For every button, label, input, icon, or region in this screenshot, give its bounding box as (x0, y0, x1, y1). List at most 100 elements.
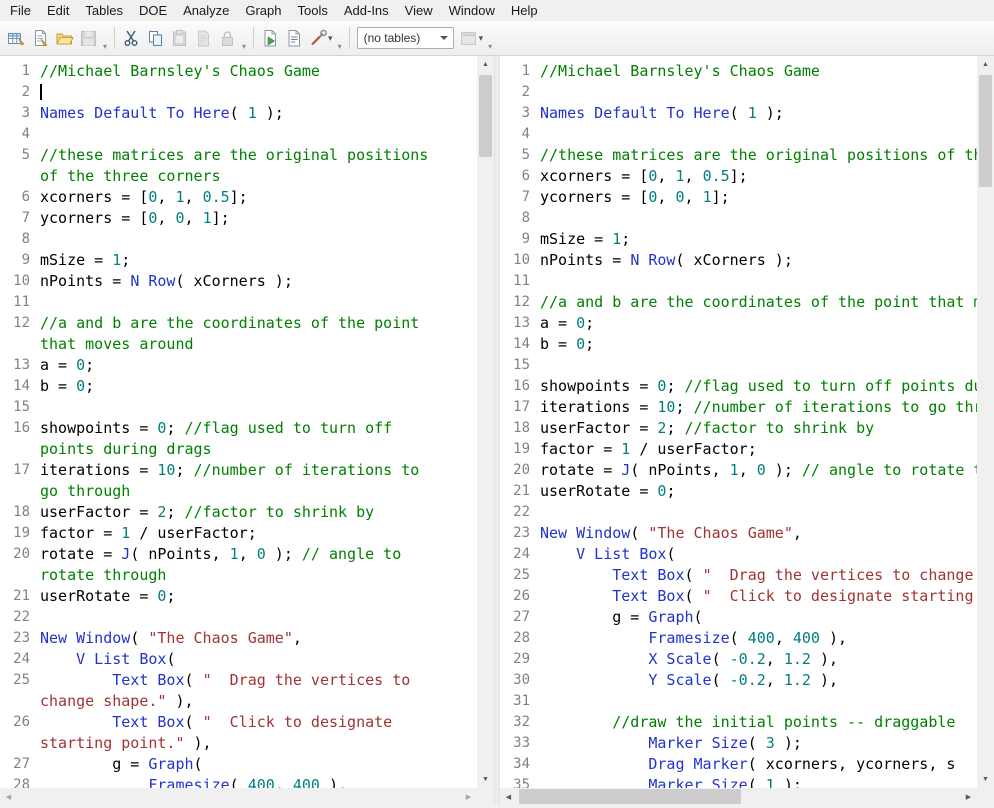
code-line-text[interactable]: ycorners = [0, 0, 1]; (40, 208, 443, 229)
code-line-text[interactable]: b = 0; (540, 334, 594, 355)
code-line-text[interactable]: userFactor = 2; //factor to shrink by (540, 418, 874, 439)
menu-item-tools[interactable]: Tools (290, 1, 336, 20)
code-line-text[interactable]: New Window( "The Chaos Game", (40, 628, 443, 649)
code-view-left[interactable]: 1//Michael Barnsley's Chaos Game23Names … (0, 56, 477, 788)
code-line[interactable]: 5//these matrices are the original posit… (500, 145, 977, 166)
code-line[interactable]: 5//these matrices are the original posit… (0, 145, 477, 187)
code-line-text[interactable]: Marker Size( 3 ); (540, 733, 802, 754)
horizontal-scrollbar-left[interactable]: ◀ ▶ (0, 788, 477, 805)
code-line-text[interactable]: Text Box( " Click to designate starting … (540, 586, 977, 607)
code-line-text[interactable]: Text Box( " Click to designate starting … (40, 712, 443, 754)
code-line[interactable]: 35 Marker Size( 1 ); (500, 775, 977, 788)
code-line-text[interactable]: iterations = 10; //number of iterations … (540, 397, 977, 418)
code-line-text[interactable]: a = 0; (540, 313, 594, 334)
menu-item-help[interactable]: Help (503, 1, 546, 20)
code-line-text[interactable]: Text Box( " Drag the vertices to change … (40, 670, 443, 712)
code-line-text[interactable]: nPoints = N Row( xCorners ); (540, 250, 793, 271)
code-line[interactable]: 16showpoints = 0; //flag used to turn of… (500, 376, 977, 397)
tools-button[interactable] (306, 26, 330, 50)
code-line-text[interactable]: Y Scale( -0.2, 1.2 ), (540, 670, 838, 691)
scroll-up-arrow-icon[interactable]: ▲ (977, 56, 994, 73)
code-line[interactable]: 8 (500, 208, 977, 229)
combobox-dropdown-button[interactable] (436, 28, 453, 48)
code-line-text[interactable]: //draw the initial points -- draggable (540, 712, 955, 733)
code-line[interactable]: 1//Michael Barnsley's Chaos Game (500, 61, 977, 82)
horizontal-scrollbar-right[interactable]: ◀ ▶ (500, 788, 977, 805)
code-line-text[interactable]: g = Graph( (40, 754, 443, 775)
menu-item-edit[interactable]: Edit (39, 1, 77, 20)
menu-item-view[interactable]: View (397, 1, 441, 20)
code-line[interactable]: 6xcorners = [0, 1, 0.5]; (0, 187, 477, 208)
code-line-text[interactable]: Marker Size( 1 ); (540, 775, 802, 788)
menu-item-file[interactable]: File (2, 1, 39, 20)
copy-button[interactable] (143, 26, 167, 50)
code-line-text[interactable]: Framesize( 400, 400 ), (40, 775, 443, 788)
code-line[interactable]: 15 (0, 397, 477, 418)
code-line[interactable]: 2 (500, 82, 977, 103)
scrollbar-track[interactable] (17, 788, 460, 805)
new-script-button[interactable] (28, 26, 52, 50)
code-line-text[interactable]: xcorners = [0, 1, 0.5]; (540, 166, 748, 187)
code-line-text[interactable]: Names Default To Here( 1 ); (540, 103, 784, 124)
code-line[interactable]: 19factor = 1 / userFactor; (0, 523, 477, 544)
code-line[interactable]: 13a = 0; (500, 313, 977, 334)
code-line[interactable]: 4 (500, 124, 977, 145)
code-line-text[interactable]: g = Graph( (540, 607, 703, 628)
code-line[interactable]: 26 Text Box( " Click to designate starti… (500, 586, 977, 607)
code-line-text[interactable]: X Scale( -0.2, 1.2 ), (540, 649, 838, 670)
code-line[interactable]: 11 (0, 292, 477, 313)
vertical-scrollbar-right[interactable]: ▲ ▼ (977, 56, 994, 788)
cut-button[interactable] (119, 26, 143, 50)
code-line[interactable]: 22 (0, 607, 477, 628)
code-line[interactable]: 14b = 0; (500, 334, 977, 355)
scrollbar-thumb[interactable] (519, 789, 741, 804)
code-line[interactable]: 8 (0, 229, 477, 250)
code-line-text[interactable]: V List Box( (40, 649, 443, 670)
code-line[interactable]: 32 //draw the initial points -- draggabl… (500, 712, 977, 733)
code-line-text[interactable]: iterations = 10; //number of iterations … (40, 460, 443, 502)
code-line[interactable]: 15 (500, 355, 977, 376)
code-view-right[interactable]: 1//Michael Barnsley's Chaos Game23Names … (500, 56, 977, 788)
scroll-right-arrow-icon[interactable]: ▶ (460, 788, 477, 805)
code-line[interactable]: 30 Y Scale( -0.2, 1.2 ), (500, 670, 977, 691)
open-button[interactable] (52, 26, 76, 50)
code-line[interactable]: 24 V List Box( (500, 544, 977, 565)
code-line[interactable]: 25 Text Box( " Drag the vertices to chan… (500, 565, 977, 586)
code-line[interactable]: 18userFactor = 2; //factor to shrink by (0, 502, 477, 523)
table-selector-combobox[interactable]: (no tables) (357, 27, 454, 49)
code-line-text[interactable]: //a and b are the coordinates of the poi… (540, 292, 977, 313)
scrollbar-track[interactable] (517, 788, 960, 805)
code-line[interactable]: 14b = 0; (0, 376, 477, 397)
menu-item-tables[interactable]: Tables (77, 1, 131, 20)
code-line[interactable]: 22 (500, 502, 977, 523)
scroll-right-arrow-icon[interactable]: ▶ (960, 788, 977, 805)
toolbar-overflow-icon[interactable]: ▾ (485, 42, 495, 51)
vertical-scrollbar-left[interactable]: ▲ ▼ (477, 56, 494, 788)
code-line[interactable]: 10nPoints = N Row( xCorners ); (500, 250, 977, 271)
code-line[interactable]: 4 (0, 124, 477, 145)
scroll-up-arrow-icon[interactable]: ▲ (477, 56, 494, 73)
scroll-left-arrow-icon[interactable]: ◀ (500, 788, 517, 805)
code-line[interactable]: 16showpoints = 0; //flag used to turn of… (0, 418, 477, 460)
code-line[interactable]: 26 Text Box( " Click to designate starti… (0, 712, 477, 754)
code-line-text[interactable]: a = 0; (40, 355, 443, 376)
menu-item-window[interactable]: Window (441, 1, 503, 20)
code-line[interactable]: 33 Marker Size( 3 ); (500, 733, 977, 754)
code-line-text[interactable]: userFactor = 2; //factor to shrink by (40, 502, 443, 523)
menu-item-doe[interactable]: DOE (131, 1, 175, 20)
code-line-text[interactable]: showpoints = 0; //flag used to turn off … (540, 376, 977, 397)
scroll-down-arrow-icon[interactable]: ▼ (977, 771, 994, 788)
code-line[interactable]: 28 Framesize( 400, 400 ), (500, 628, 977, 649)
code-line[interactable]: 18userFactor = 2; //factor to shrink by (500, 418, 977, 439)
menu-item-add-ins[interactable]: Add-Ins (336, 1, 397, 20)
code-line[interactable]: 23New Window( "The Chaos Game", (0, 628, 477, 649)
code-line[interactable]: 25 Text Box( " Drag the vertices to chan… (0, 670, 477, 712)
toolbar-overflow-icon[interactable]: ▾ (239, 42, 249, 51)
code-line[interactable]: 12//a and b are the coordinates of the p… (0, 313, 477, 355)
code-line-text[interactable]: factor = 1 / userFactor; (40, 523, 443, 544)
code-line[interactable]: 7ycorners = [0, 0, 1]; (0, 208, 477, 229)
code-line[interactable]: 27 g = Graph( (500, 607, 977, 628)
code-line[interactable]: 24 V List Box( (0, 649, 477, 670)
code-line-text[interactable]: showpoints = 0; //flag used to turn off … (40, 418, 443, 460)
code-line[interactable]: 3Names Default To Here( 1 ); (0, 103, 477, 124)
